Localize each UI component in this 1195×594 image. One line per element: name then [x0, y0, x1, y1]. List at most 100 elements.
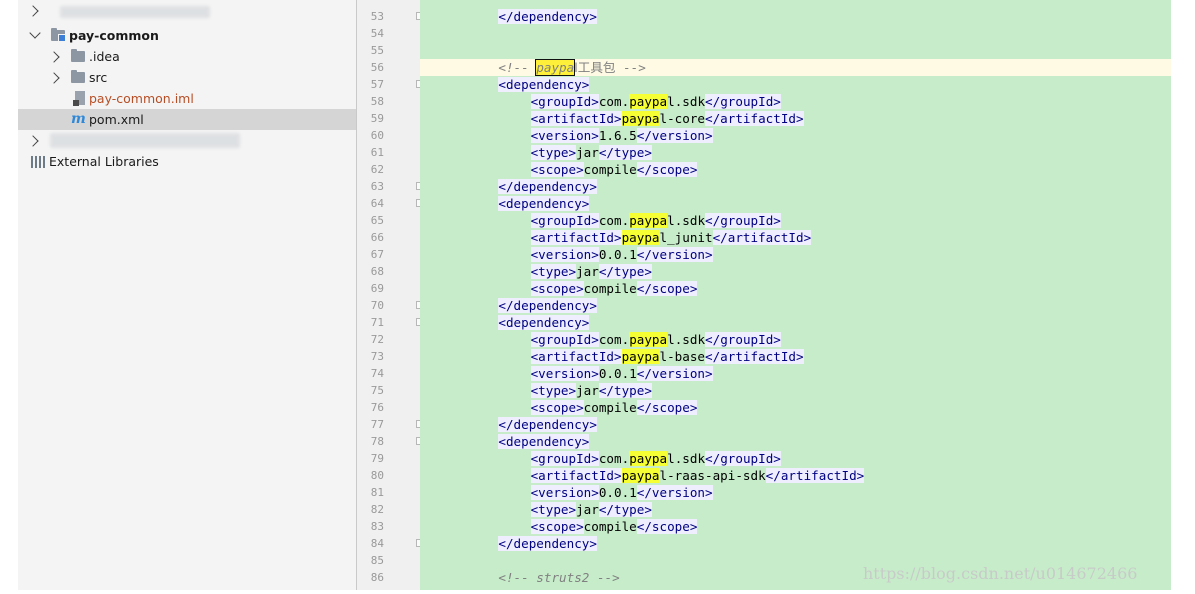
code-token-comment: <!-- [498, 60, 537, 75]
code-line[interactable]: </dependency> [420, 416, 1171, 433]
code-line[interactable]: <version>0.0.1</version> [420, 246, 1171, 263]
code-line-content: <type>jar</type> [530, 501, 652, 518]
maven-pom-icon: m [71, 111, 86, 127]
code-line[interactable]: <groupId>com.paypal.sdk</groupId> [420, 93, 1171, 110]
redacted-item [50, 133, 240, 148]
line-number: 67 [370, 248, 384, 261]
gutter-line: 59 [357, 110, 420, 127]
code-line[interactable]: <scope>compile</scope> [420, 280, 1171, 297]
code-line[interactable] [420, 25, 1171, 42]
code-line[interactable]: <scope>compile</scope> [420, 518, 1171, 535]
chevron-right-icon[interactable] [27, 135, 39, 147]
code-token-tag: </artifactId> [705, 111, 804, 126]
code-editor[interactable]: </dependency> <!-- paypal工具包 --> <dependen… [420, 0, 1171, 590]
code-line[interactable]: <artifactId>paypal_junit</artifactId> [420, 229, 1171, 246]
code-line[interactable]: </dependency> [420, 535, 1171, 552]
code-line-content: </dependency> [498, 297, 597, 314]
chevron-right-icon[interactable] [48, 72, 60, 84]
code-token-hl: paypa [629, 332, 668, 347]
code-token-text: com. [598, 332, 630, 347]
code-line[interactable]: <groupId>com.paypal.sdk</groupId> [420, 331, 1171, 348]
code-line[interactable]: <artifactId>paypal-base</artifactId> [420, 348, 1171, 365]
gutter-line: 61 [357, 144, 420, 161]
tree-item-src[interactable]: src [18, 67, 356, 88]
line-number: 78 [370, 435, 384, 448]
code-token-text: l-core [659, 111, 706, 126]
code-line[interactable]: <groupId>com.paypal.sdk</groupId> [420, 450, 1171, 467]
code-line[interactable]: <type>jar</type> [420, 144, 1171, 161]
code-token-comment: --> [615, 60, 646, 75]
code-token-text: com. [598, 451, 630, 466]
line-number: 54 [370, 27, 384, 40]
code-token-hl: paypa [621, 230, 660, 245]
code-token-hl: paypa [621, 349, 660, 364]
tree-item-external-libraries[interactable]: External Libraries [18, 151, 356, 172]
tree-item-idea[interactable]: .idea [18, 46, 356, 67]
code-line[interactable]: <dependency> [420, 195, 1171, 212]
code-line-content: <!-- struts2 --> [498, 569, 619, 586]
code-line-content: <!-- paypal工具包 --> [498, 59, 646, 76]
code-line[interactable]: <scope>compile</scope> [420, 399, 1171, 416]
code-line[interactable]: <type>jar</type> [420, 382, 1171, 399]
code-line[interactable]: <version>1.6.5</version> [420, 127, 1171, 144]
code-token-tag: <artifactId> [530, 230, 622, 245]
gutter-line: 63 [357, 178, 423, 195]
gutter-line: 73 [357, 348, 420, 365]
code-line[interactable]: <dependency> [420, 433, 1171, 450]
code-token-hl: paypa [629, 213, 668, 228]
code-line[interactable]: <version>0.0.1</version> [420, 484, 1171, 501]
chevron-down-icon[interactable] [29, 27, 41, 39]
code-token-tag: </artifactId> [765, 468, 865, 483]
gutter-line: 76 [357, 399, 420, 416]
line-number: 53 [370, 10, 384, 23]
code-line-content: </dependency> [498, 535, 597, 552]
code-token-tag: </dependency> [498, 417, 597, 432]
code-line[interactable]: <version>0.0.1</version> [420, 365, 1171, 382]
code-line[interactable]: <artifactId>paypal-core</artifactId> [420, 110, 1171, 127]
code-line-content: <type>jar</type> [530, 382, 652, 399]
code-token-tag: <version> [530, 485, 599, 500]
gutter-line: 68 [357, 263, 420, 280]
iml-file-icon [73, 91, 85, 106]
code-token-text: compile [583, 281, 637, 296]
code-line[interactable]: </dependency> [420, 8, 1171, 25]
tree-item-pay-common-iml[interactable]: pay-common.iml [18, 88, 356, 109]
code-line-content: <version>0.0.1</version> [530, 246, 713, 263]
code-token-text: l.sdk [667, 94, 706, 109]
code-line[interactable]: <artifactId>paypal-raas-api-sdk</artifac… [420, 467, 1171, 484]
code-token-tag: </dependency> [498, 9, 597, 24]
code-token-tag: </version> [636, 128, 713, 143]
code-line[interactable]: <scope>compile</scope> [420, 161, 1171, 178]
code-token-text: l_junit [659, 230, 713, 245]
gutter-line: 62 [357, 161, 420, 178]
code-token-tag: <type> [530, 502, 577, 517]
tree-item-pom-xml[interactable]: m pom.xml [18, 109, 356, 130]
chevron-right-icon[interactable] [48, 51, 60, 63]
code-line-content: <dependency> [498, 314, 590, 331]
code-line-content: <artifactId>paypal-raas-api-sdk</artifac… [530, 467, 865, 484]
code-line[interactable]: <!-- paypal工具包 --> [420, 59, 1171, 76]
gutter-line: 57 [357, 76, 423, 93]
code-line[interactable]: <dependency> [420, 76, 1171, 93]
gutter-line: 54 [357, 25, 420, 42]
code-token-tag: </type> [598, 145, 652, 160]
code-line[interactable]: <type>jar</type> [420, 501, 1171, 518]
code-line[interactable]: <dependency> [420, 314, 1171, 331]
code-line[interactable]: <type>jar</type> [420, 263, 1171, 280]
code-line[interactable]: <groupId>com.paypal.sdk</groupId> [420, 212, 1171, 229]
code-line[interactable] [420, 42, 1171, 59]
line-number: 60 [370, 129, 384, 142]
line-number: 85 [370, 554, 384, 567]
code-line-content: <version>0.0.1</version> [530, 365, 713, 382]
tree-item-label: External Libraries [49, 154, 159, 169]
editor-margin [1171, 0, 1195, 594]
code-token-tag: <type> [530, 145, 577, 160]
code-token-tag: </artifactId> [712, 230, 812, 245]
tree-item-pay-common[interactable]: pay-common [18, 25, 356, 46]
code-line-content: <scope>compile</scope> [530, 280, 698, 297]
gutter-line: 83 [357, 518, 420, 535]
code-line[interactable]: </dependency> [420, 297, 1171, 314]
chevron-right-icon[interactable] [27, 5, 39, 17]
tree-item-label: pay-common [69, 28, 159, 43]
code-line[interactable]: </dependency> [420, 178, 1171, 195]
